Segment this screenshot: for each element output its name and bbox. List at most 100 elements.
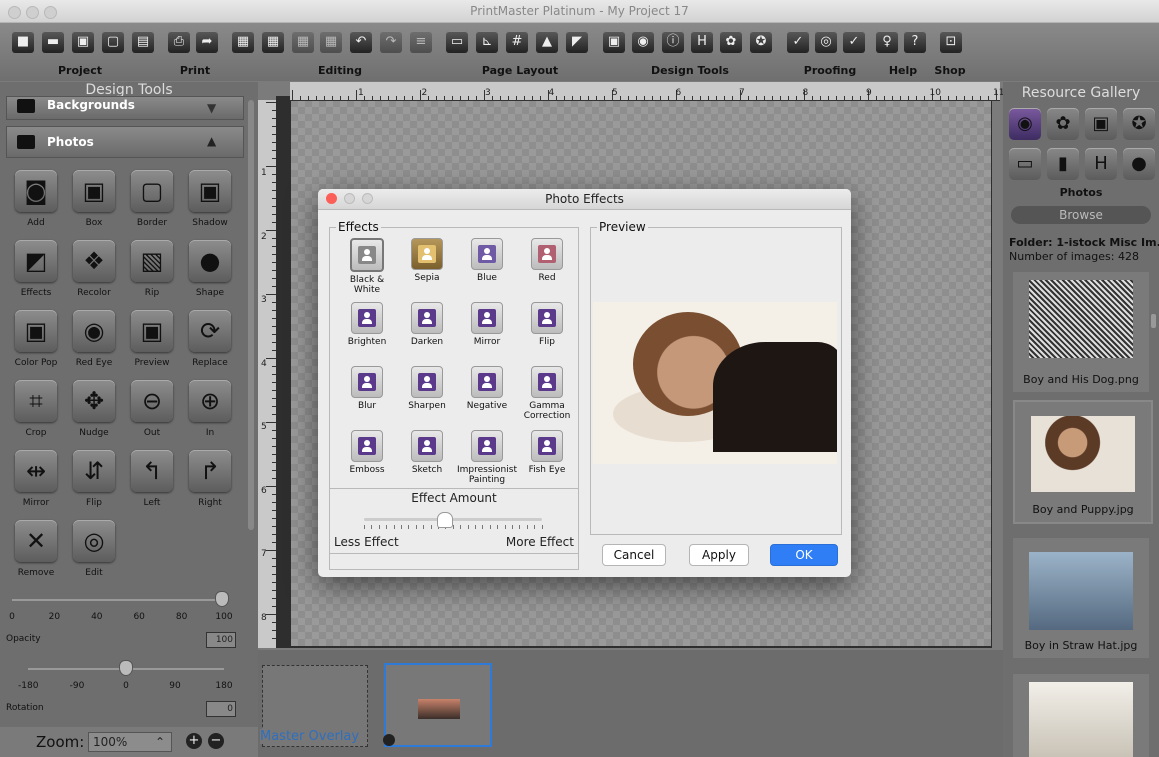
tool-border-button[interactable]: ▢ Border: [122, 170, 182, 240]
effect-blue-button[interactable]: Blue: [456, 238, 518, 300]
zoom-out-circle-icon[interactable]: −: [208, 733, 224, 749]
save-as-icon[interactable]: ▢: [102, 31, 124, 53]
proof-eye-icon[interactable]: ◎: [815, 31, 837, 53]
gallery-badge-icon[interactable]: ✪: [1123, 108, 1155, 140]
effect-brighten-button[interactable]: Brighten: [336, 302, 398, 364]
tool-color-pop-button[interactable]: ▣ Color Pop: [6, 310, 66, 380]
tool-effects-button[interactable]: ◩ Effects: [6, 240, 66, 310]
tool-flip-button[interactable]: ⇵ Flip: [64, 450, 124, 520]
gallery-web-icon[interactable]: ●: [1123, 148, 1155, 180]
camera-tool-icon[interactable]: ◉: [632, 31, 654, 53]
effect-impressionist-painting-button[interactable]: Impressionist Painting: [456, 430, 518, 492]
grid-icon[interactable]: #: [506, 31, 528, 53]
effect-flip-button[interactable]: Flip: [516, 302, 578, 364]
open-project-icon[interactable]: ▬: [42, 31, 64, 53]
effect-sepia-button[interactable]: Sepia: [396, 238, 458, 300]
copy-icon[interactable]: ▦: [262, 31, 284, 53]
rotation-value-field[interactable]: 0: [206, 701, 236, 717]
gallery-headline-icon[interactable]: H: [1085, 148, 1117, 180]
backgrounds-section-header[interactable]: Backgrounds ▼: [6, 96, 244, 120]
save-project-icon[interactable]: ▣: [72, 31, 94, 53]
opacity-slider-track[interactable]: [12, 599, 224, 601]
master-overlay-label[interactable]: Master Overlay: [260, 729, 360, 744]
effect-amount-slider-thumb[interactable]: [437, 512, 454, 528]
effect-black-white-button[interactable]: Black & White: [336, 238, 398, 300]
tool-shape-button[interactable]: ● Shape: [180, 240, 240, 310]
effect-emboss-button[interactable]: Emboss: [336, 430, 398, 492]
left-panel-scrollbar[interactable]: [248, 100, 254, 530]
apply-button[interactable]: Apply: [689, 544, 749, 566]
tool-shadow-button[interactable]: ▣ Shadow: [180, 170, 240, 240]
zoom-in-circle-icon[interactable]: +: [186, 733, 202, 749]
tool-red-eye-button[interactable]: ◉ Red Eye: [64, 310, 124, 380]
photo-icon[interactable]: ▣: [603, 31, 625, 53]
page-icon[interactable]: ▭: [446, 31, 468, 53]
effect-darken-button[interactable]: Darken: [396, 302, 458, 364]
rotation-slider-thumb[interactable]: [119, 660, 133, 676]
effect-gamma-correction-button[interactable]: Gamma Correction: [516, 366, 578, 428]
gallery-page-icon[interactable]: ▭: [1009, 148, 1041, 180]
gallery-layout-icon[interactable]: ▮: [1047, 148, 1079, 180]
gallery-scrollbar[interactable]: [1151, 314, 1156, 328]
cart-icon[interactable]: ⊡: [940, 31, 962, 53]
gallery-item[interactable]: [1013, 674, 1149, 757]
effect-blur-button[interactable]: Blur: [336, 366, 398, 428]
flower-icon[interactable]: ✿: [720, 31, 742, 53]
info-icon[interactable]: ⓘ: [662, 31, 684, 53]
tool-remove-button[interactable]: ✕ Remove: [6, 520, 66, 590]
tool-edit-button[interactable]: ◎ Edit: [64, 520, 124, 590]
tool-recolor-button[interactable]: ❖ Recolor: [64, 240, 124, 310]
align-icon[interactable]: ▲: [536, 31, 558, 53]
effect-fish-eye-button[interactable]: Fish Eye: [516, 430, 578, 492]
spell-check-icon[interactable]: ✓: [787, 31, 809, 53]
tool-rip-button[interactable]: ▧ Rip: [122, 240, 182, 310]
gallery-item[interactable]: Boy in Straw Hat.jpg: [1013, 538, 1149, 658]
tool-in-button[interactable]: ⊕ In: [180, 380, 240, 450]
gallery-image-icon[interactable]: ▣: [1085, 108, 1117, 140]
effect-red-button[interactable]: Red: [516, 238, 578, 300]
duplicate-icon[interactable]: ▦: [320, 31, 342, 53]
text-align-icon[interactable]: ⊾: [476, 31, 498, 53]
ok-button[interactable]: OK: [770, 544, 838, 566]
tool-out-button[interactable]: ⊖ Out: [122, 380, 182, 450]
tool-left-button[interactable]: ↰ Left: [122, 450, 182, 520]
help-icon[interactable]: ?: [904, 31, 926, 53]
effect-sketch-button[interactable]: Sketch: [396, 430, 458, 492]
cancel-button[interactable]: Cancel: [602, 544, 666, 566]
new-project-icon[interactable]: ■: [12, 31, 34, 53]
undo-icon[interactable]: ↶: [350, 31, 372, 53]
effect-mirror-button[interactable]: Mirror: [456, 302, 518, 364]
tool-right-button[interactable]: ↱ Right: [180, 450, 240, 520]
photos-section-header[interactable]: Photos ▲: [6, 126, 244, 158]
paste-icon[interactable]: ▦: [232, 31, 254, 53]
tool-mirror-button[interactable]: ⇹ Mirror: [6, 450, 66, 520]
layer-icon[interactable]: ◤: [566, 31, 588, 53]
page-thumbnail-selected[interactable]: [384, 663, 492, 747]
gallery-item[interactable]: Boy and Puppy.jpg: [1013, 400, 1153, 524]
cut-icon[interactable]: ▦: [292, 31, 314, 53]
effect-sharpen-button[interactable]: Sharpen: [396, 366, 458, 428]
tool-add-button[interactable]: ◙ Add: [6, 170, 66, 240]
tips-icon[interactable]: ♀: [876, 31, 898, 53]
effect-negative-button[interactable]: Negative: [456, 366, 518, 428]
opacity-value-field[interactable]: 100: [206, 632, 236, 648]
tool-preview-button[interactable]: ▣ Preview: [122, 310, 182, 380]
headline-icon[interactable]: H: [691, 31, 713, 53]
tool-nudge-button[interactable]: ✥ Nudge: [64, 380, 124, 450]
tool-box-button[interactable]: ▣ Box: [64, 170, 124, 240]
star-badge-icon[interactable]: ✪: [750, 31, 772, 53]
select-all-icon[interactable]: ≡: [410, 31, 432, 53]
printer-icon[interactable]: ⎙: [168, 31, 190, 53]
share-icon[interactable]: ➦: [196, 31, 218, 53]
gallery-item[interactable]: Boy and His Dog.png: [1013, 272, 1149, 392]
opacity-slider-thumb[interactable]: [215, 591, 229, 607]
gallery-flower-icon[interactable]: ✿: [1047, 108, 1079, 140]
gallery-photos-icon[interactable]: ◉: [1009, 108, 1041, 140]
zoom-select[interactable]: 100% ⌃: [88, 732, 172, 752]
tool-replace-button[interactable]: ⟳ Replace: [180, 310, 240, 380]
export-icon[interactable]: ▤: [132, 31, 154, 53]
tool-crop-button[interactable]: ⌗ Crop: [6, 380, 66, 450]
browse-button[interactable]: Browse: [1011, 206, 1151, 224]
redo-icon[interactable]: ↷: [380, 31, 402, 53]
proof-check-icon[interactable]: ✓: [843, 31, 865, 53]
